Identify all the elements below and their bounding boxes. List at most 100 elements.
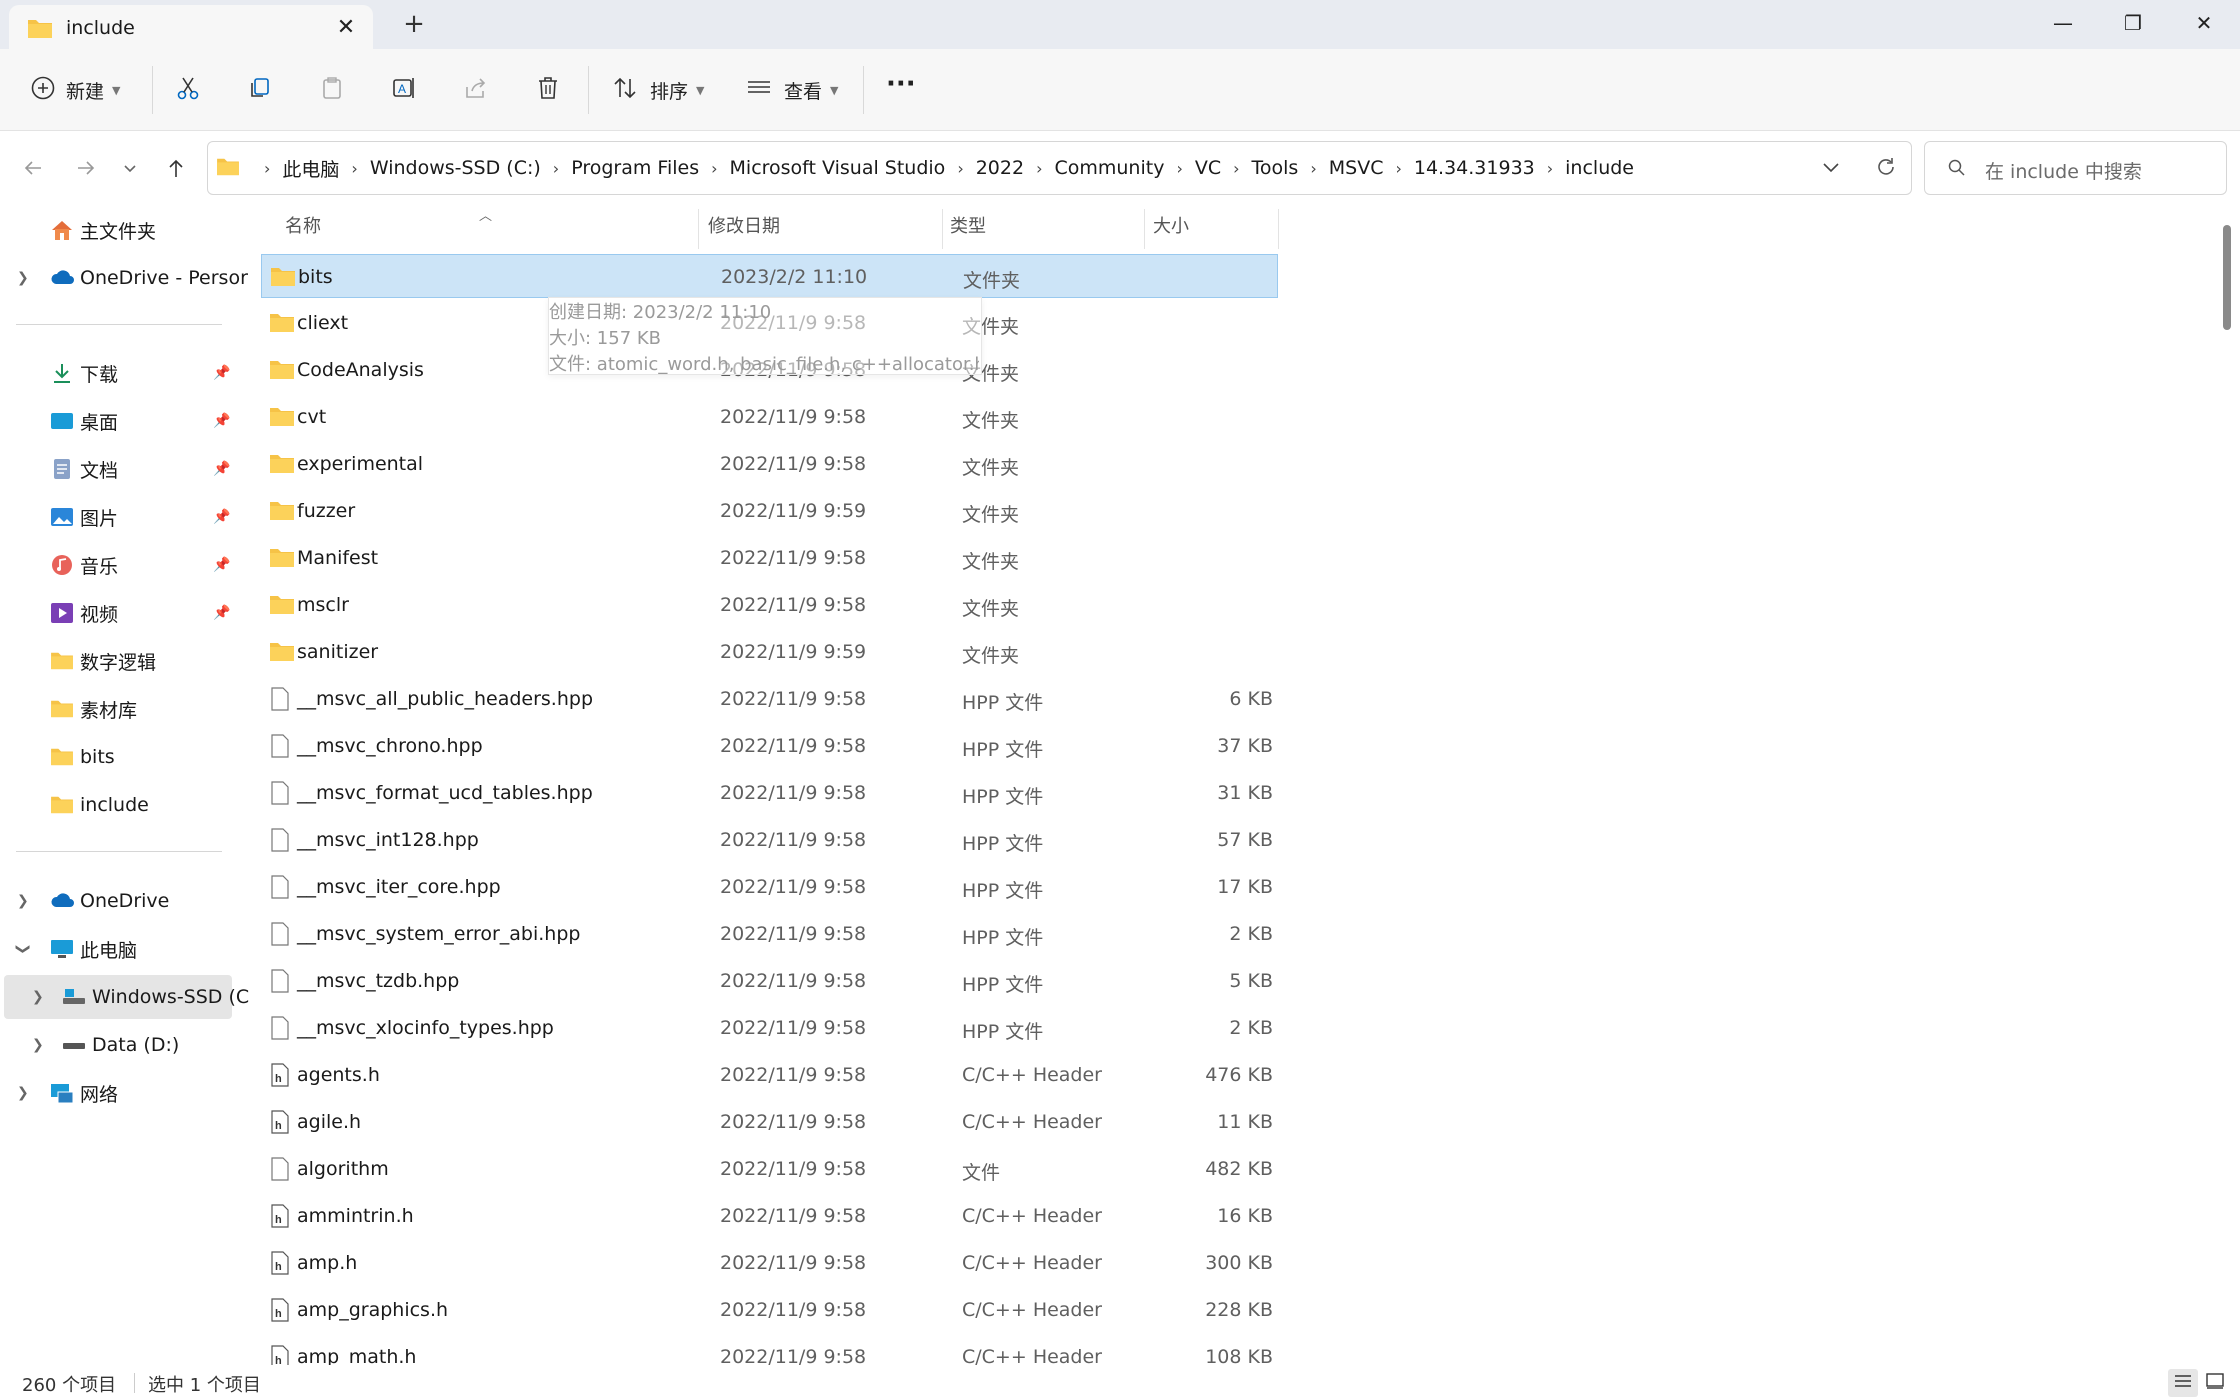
sidebar-item-windows-ssd[interactable]: ❯ Windows-SSD (C xyxy=(4,975,249,1019)
chevron-right-icon[interactable]: › xyxy=(1036,159,1042,178)
chevron-right-icon[interactable]: ❯ xyxy=(17,1085,29,1101)
sidebar-item-home[interactable]: 主文件夹 xyxy=(0,208,232,252)
refresh-icon[interactable] xyxy=(1875,156,1897,183)
vertical-scrollbar[interactable] xyxy=(2215,205,2240,1365)
chevron-right-icon[interactable]: › xyxy=(1395,159,1401,178)
file-row[interactable]: h agents.h 2022/11/9 9:58 C/C++ Header 476 K… xyxy=(261,1053,1278,1097)
chevron-right-icon[interactable]: › xyxy=(1310,159,1316,178)
column-divider[interactable] xyxy=(942,209,943,249)
up-arrow-icon[interactable] xyxy=(158,150,194,186)
sidebar-item-music[interactable]: 音乐 📌 xyxy=(0,543,232,587)
file-row[interactable]: __msvc_tzdb.hpp 2022/11/9 9:58 HPP 文件 5 KB xyxy=(261,959,1278,1003)
sidebar-item-this-pc[interactable]: ❯ 此电脑 xyxy=(0,927,232,971)
sidebar-item-downloads[interactable]: 下载 📌 xyxy=(0,351,232,395)
sidebar-item-documents[interactable]: 文档 📌 xyxy=(0,447,232,491)
new-button[interactable]: 新建 ▼ xyxy=(30,71,120,109)
file-row[interactable]: __msvc_iter_core.hpp 2022/11/9 9:58 HPP 文件… xyxy=(261,865,1278,909)
file-row[interactable]: __msvc_xlocinfo_types.hpp 2022/11/9 9:58 H… xyxy=(261,1006,1278,1050)
copy-button[interactable] xyxy=(247,71,273,109)
close-window-button[interactable]: ✕ xyxy=(2168,0,2240,46)
breadcrumb-item[interactable]: Windows-SSD (C:) xyxy=(370,157,541,179)
chevron-right-icon[interactable]: ❯ xyxy=(17,270,29,286)
breadcrumb-item[interactable]: 此电脑 xyxy=(282,155,339,182)
more-options-icon[interactable]: ··· xyxy=(886,65,916,103)
sidebar-item-include[interactable]: include xyxy=(0,783,232,827)
breadcrumb-item[interactable]: VC xyxy=(1195,157,1221,179)
paste-button[interactable] xyxy=(319,71,345,109)
file-row[interactable]: algorithm 2022/11/9 9:58 文件 482 KB xyxy=(261,1147,1278,1191)
delete-button[interactable] xyxy=(535,71,561,109)
folder-row[interactable]: Manifest 2022/11/9 9:58 文件夹 xyxy=(261,536,1278,580)
breadcrumb-item[interactable]: Microsoft Visual Studio xyxy=(730,157,946,179)
maximize-button[interactable]: ❐ xyxy=(2097,0,2169,46)
sidebar-item-data-d[interactable]: ❯ Data (D:) xyxy=(0,1023,232,1067)
chevron-right-icon[interactable]: ❯ xyxy=(32,989,44,1005)
close-tab-icon[interactable]: ✕ xyxy=(332,13,360,41)
share-button[interactable] xyxy=(463,71,489,109)
sort-button[interactable]: 排序 ▼ xyxy=(612,71,704,109)
column-header-modified[interactable]: 修改日期 xyxy=(708,205,780,245)
column-divider[interactable] xyxy=(698,209,699,249)
column-header-type[interactable]: 类型 xyxy=(950,205,986,245)
breadcrumb-item[interactable]: 14.34.31933 xyxy=(1414,157,1535,179)
details-view-button[interactable] xyxy=(2168,1369,2198,1397)
breadcrumb-item[interactable]: include xyxy=(1565,157,1634,179)
file-row[interactable]: __msvc_system_error_abi.hpp 2022/11/9 9:5… xyxy=(261,912,1278,956)
thumbnail-view-button[interactable] xyxy=(2200,1369,2230,1397)
new-tab-button[interactable]: + xyxy=(398,8,430,40)
back-arrow-icon[interactable] xyxy=(15,150,51,186)
chevron-right-icon[interactable]: › xyxy=(1233,159,1239,178)
file-row[interactable]: __msvc_all_public_headers.hpp 2022/11/9 9… xyxy=(261,677,1278,721)
breadcrumb-item[interactable]: 2022 xyxy=(976,157,1024,179)
chevron-right-icon[interactable]: › xyxy=(1547,159,1553,178)
chevron-right-icon[interactable]: › xyxy=(711,159,717,178)
sidebar-item-bits[interactable]: bits xyxy=(0,735,232,779)
sidebar-item-desktop[interactable]: 桌面 📌 xyxy=(0,399,232,443)
file-row[interactable]: h ammintrin.h 2022/11/9 9:58 C/C++ Header 16… xyxy=(261,1194,1278,1238)
folder-row[interactable]: fuzzer 2022/11/9 9:59 文件夹 xyxy=(261,489,1278,533)
chevron-right-icon[interactable]: › xyxy=(553,159,559,178)
chevron-right-icon[interactable]: › xyxy=(1176,159,1182,178)
sidebar-item-pictures[interactable]: 图片 📌 xyxy=(0,495,232,539)
recent-locations-chevron-icon[interactable] xyxy=(112,150,148,186)
address-dropdown-icon[interactable] xyxy=(1821,157,1841,182)
chevron-right-icon[interactable]: › xyxy=(957,159,963,178)
sidebar-item-material-library[interactable]: 素材库 xyxy=(0,687,232,731)
scrollbar-thumb[interactable] xyxy=(2223,225,2231,330)
file-row[interactable]: h amp.h 2022/11/9 9:58 C/C++ Header 300 KB xyxy=(261,1241,1278,1285)
rename-button[interactable]: A xyxy=(391,71,417,109)
folder-row[interactable]: cvt 2022/11/9 9:58 文件夹 xyxy=(261,395,1278,439)
view-button[interactable]: 查看 ▼ xyxy=(746,71,838,109)
column-header-size[interactable]: 大小 xyxy=(1153,205,1189,245)
breadcrumb-item[interactable]: Community xyxy=(1054,157,1164,179)
address-bar[interactable]: › 此电脑 › Windows-SSD (C:) › Program Files › Micr… xyxy=(207,141,1912,195)
breadcrumb-item[interactable]: MSVC xyxy=(1329,157,1384,179)
minimize-button[interactable]: — xyxy=(2027,0,2099,46)
file-row[interactable]: __msvc_int128.hpp 2022/11/9 9:58 HPP 文件 57 … xyxy=(261,818,1278,862)
tab-include[interactable]: include ✕ xyxy=(9,5,373,49)
file-row[interactable]: h agile.h 2022/11/9 9:58 C/C++ Header 11 KB xyxy=(261,1100,1278,1144)
cut-button[interactable] xyxy=(175,71,201,109)
sidebar-item-onedrive-personal[interactable]: ❯ OneDrive - Persor xyxy=(0,256,248,300)
folder-row[interactable]: sanitizer 2022/11/9 9:59 文件夹 xyxy=(261,630,1278,674)
chevron-right-icon[interactable]: › xyxy=(264,159,270,178)
breadcrumb-item[interactable]: Program Files xyxy=(571,157,699,179)
chevron-down-icon[interactable]: ❯ xyxy=(15,943,31,955)
column-header-name[interactable]: 名称 xyxy=(285,205,321,245)
file-row[interactable]: h amp_graphics.h 2022/11/9 9:58 C/C++ Heade… xyxy=(261,1288,1278,1332)
sidebar-item-network[interactable]: ❯ 网络 xyxy=(0,1071,232,1115)
breadcrumb-item[interactable]: Tools xyxy=(1252,157,1299,179)
column-divider[interactable] xyxy=(1278,209,1279,249)
folder-row[interactable]: msclr 2022/11/9 9:58 文件夹 xyxy=(261,583,1278,627)
chevron-right-icon[interactable]: › xyxy=(351,159,357,178)
chevron-right-icon[interactable]: ❯ xyxy=(32,1037,44,1053)
file-row[interactable]: __msvc_format_ucd_tables.hpp 2022/11/9 9:… xyxy=(261,771,1278,815)
sidebar-item-digital-logic[interactable]: 数字逻辑 xyxy=(0,639,232,683)
forward-arrow-icon[interactable] xyxy=(68,150,104,186)
column-divider[interactable] xyxy=(1144,209,1145,249)
search-input[interactable]: 在 include 中搜索 xyxy=(1924,141,2227,195)
folder-row[interactable]: experimental 2022/11/9 9:58 文件夹 xyxy=(261,442,1278,486)
sidebar-item-videos[interactable]: 视频 📌 xyxy=(0,591,232,635)
file-row[interactable]: __msvc_chrono.hpp 2022/11/9 9:58 HPP 文件 37 … xyxy=(261,724,1278,768)
folder-row[interactable]: bits 2023/2/2 11:10 文件夹 xyxy=(261,254,1278,298)
